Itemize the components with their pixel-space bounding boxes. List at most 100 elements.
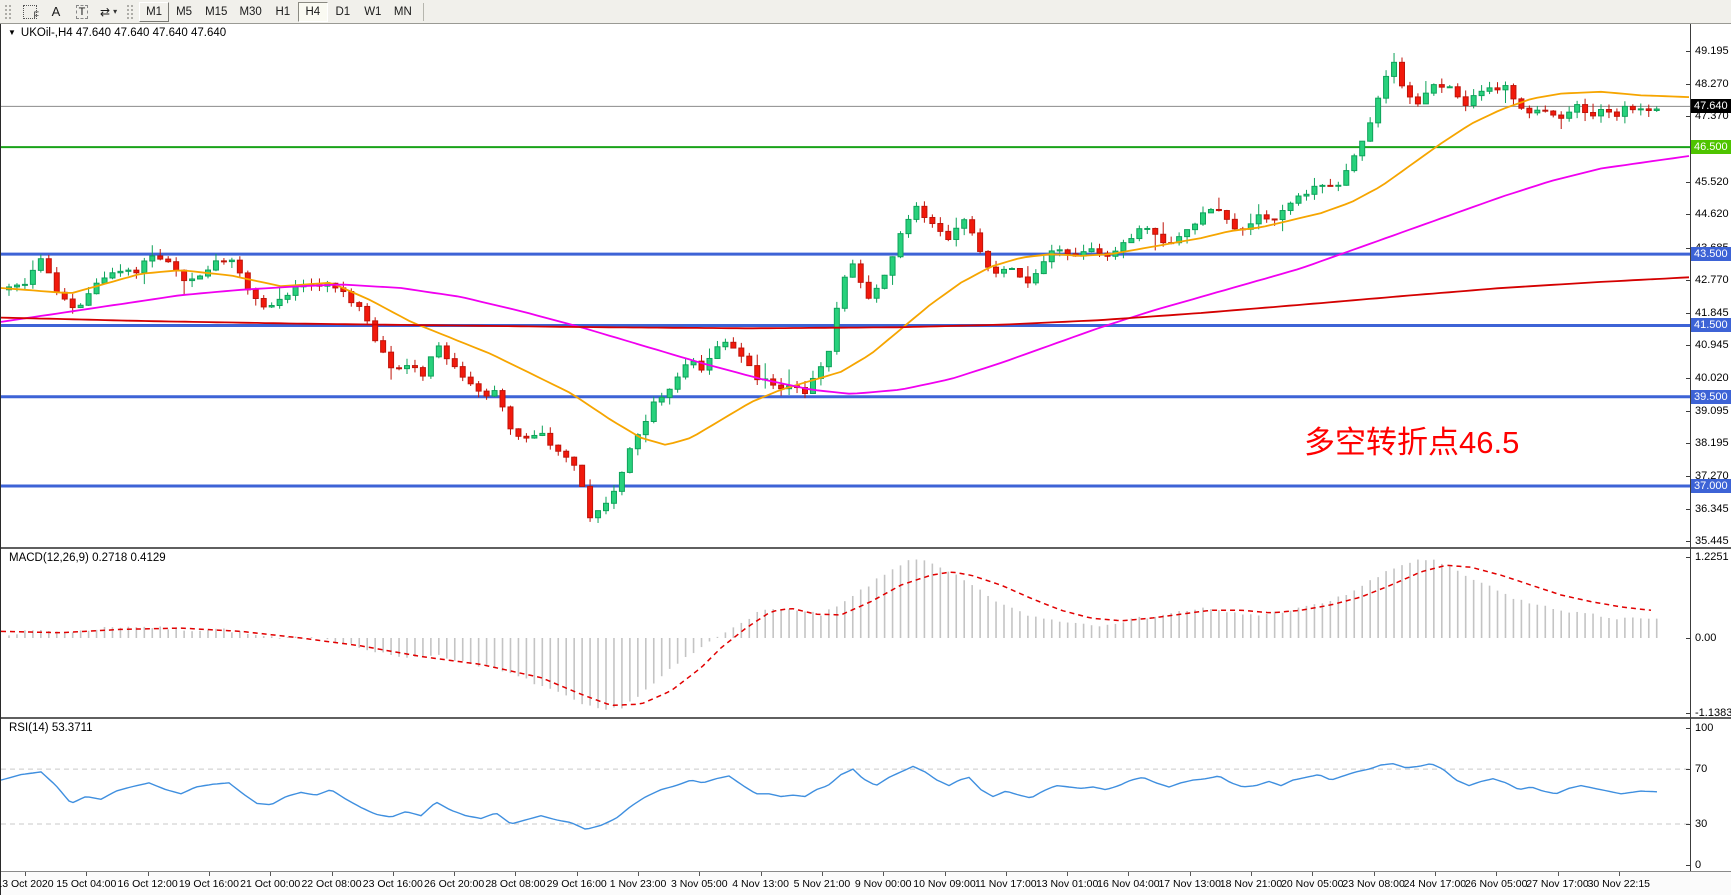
- time-tick-label: 24 Nov 17:00: [1404, 878, 1466, 890]
- axis-tick-label: 42.770: [1695, 274, 1729, 286]
- time-tick-label: 22 Oct 08:00: [301, 878, 361, 890]
- arrange-arrows-button[interactable]: ⇄ ▾: [96, 2, 121, 22]
- time-tick-mark: [86, 872, 87, 876]
- price-level-badge: 47.640: [1691, 99, 1731, 113]
- symbol-dropdown-icon[interactable]: ▼: [8, 28, 16, 37]
- time-tick-label: 23 Oct 16:00: [363, 878, 423, 890]
- timeframe-h4-button[interactable]: H4: [298, 2, 328, 22]
- text-label-button[interactable]: A: [44, 2, 68, 22]
- toolbar: F A T ⇄ ▾ M1 M5 M15 M30 H1 H4 D1 W1 MN: [0, 0, 1731, 24]
- time-tick-label: 21 Oct 00:00: [240, 878, 300, 890]
- axis-tick-mark: [1686, 345, 1690, 346]
- text-box-button[interactable]: T: [70, 2, 94, 22]
- fibo-tool-button[interactable]: F: [18, 2, 42, 22]
- time-tick-mark: [1006, 872, 1007, 876]
- time-tick-mark: [393, 872, 394, 876]
- time-tick-mark: [1251, 872, 1252, 876]
- time-tick-label: 18 Nov 21:00: [1220, 878, 1282, 890]
- time-tick-label: 5 Nov 21:00: [794, 878, 851, 890]
- axis-tick-label: -1.1383: [1695, 707, 1731, 719]
- axis-tick-label: 100: [1695, 722, 1713, 734]
- price-level-badge: 46.500: [1691, 140, 1731, 154]
- letter-a-icon: A: [52, 4, 61, 19]
- time-tick-label: 13 Nov 01:00: [1036, 878, 1098, 890]
- axis-tick-mark: [1686, 84, 1690, 85]
- time-tick-label: 20 Nov 05:00: [1281, 878, 1343, 890]
- axis-tick-label: 48.270: [1695, 78, 1729, 90]
- time-tick-mark: [332, 872, 333, 876]
- chart-title-text: UKOil-,H4 47.640 47.640 47.640 47.640: [21, 27, 226, 39]
- timeframe-m30-button[interactable]: M30: [233, 2, 267, 22]
- main-chart-panel[interactable]: [1, 24, 1690, 547]
- timeframe-d1-button[interactable]: D1: [328, 2, 358, 22]
- axis-tick-mark: [1686, 865, 1690, 866]
- letter-t-icon: T: [76, 5, 89, 19]
- time-tick-mark: [148, 872, 149, 876]
- time-tick-mark: [454, 872, 455, 876]
- time-tick-label: 16 Nov 04:00: [1097, 878, 1159, 890]
- axis-tick-label: 36.345: [1695, 503, 1729, 515]
- chart-title: ▼ UKOil-,H4 47.640 47.640 47.640 47.640: [8, 27, 226, 39]
- time-tick-mark: [1496, 872, 1497, 876]
- time-tick-mark: [270, 872, 271, 876]
- axis-tick-label: 1.2251: [1695, 551, 1729, 563]
- axis-tick-mark: [1686, 443, 1690, 444]
- panel-divider[interactable]: [1, 547, 1731, 549]
- timeframe-mn-button[interactable]: MN: [388, 2, 418, 22]
- time-tick-mark: [515, 872, 516, 876]
- price-level-badge: 39.500: [1691, 390, 1731, 404]
- time-tick-label: 23 Nov 08:00: [1342, 878, 1404, 890]
- time-tick-label: 26 Nov 05:00: [1465, 878, 1527, 890]
- axis-tick-label: 41.845: [1695, 307, 1729, 319]
- axis-tick-label: 45.520: [1695, 176, 1729, 188]
- toolbar-grip[interactable]: [126, 4, 135, 20]
- time-tick-mark: [1435, 872, 1436, 876]
- time-tick-label: 28 Oct 08:00: [485, 878, 545, 890]
- axis-tick-label: 49.195: [1695, 45, 1729, 57]
- time-axis[interactable]: 13 Oct 202015 Oct 04:0016 Oct 12:0019 Oc…: [1, 871, 1731, 895]
- time-tick-label: 9 Nov 00:00: [855, 878, 912, 890]
- time-tick-mark: [1190, 872, 1191, 876]
- macd-indicator-label: MACD(12,26,9) 0.2718 0.4129: [9, 552, 166, 564]
- axis-tick-mark: [1686, 182, 1690, 183]
- chevron-down-icon: ▾: [113, 7, 117, 16]
- axis-tick-label: 0.00: [1695, 632, 1716, 644]
- arrows-icon: ⇄: [100, 5, 110, 19]
- time-tick-label: 16 Oct 12:00: [118, 878, 178, 890]
- time-tick-mark: [761, 872, 762, 876]
- panel-divider[interactable]: [1, 717, 1731, 719]
- axis-tick-mark: [1686, 541, 1690, 542]
- axis-tick-mark: [1686, 728, 1690, 729]
- axis-tick-mark: [1686, 509, 1690, 510]
- timeframe-m5-button[interactable]: M5: [169, 2, 199, 22]
- annotation-text: 多空转折点46.5: [1304, 417, 1519, 462]
- timeframe-m15-button[interactable]: M15: [199, 2, 233, 22]
- macd-panel[interactable]: [1, 549, 1690, 717]
- time-tick-mark: [945, 872, 946, 876]
- time-tick-label: 19 Oct 16:00: [179, 878, 239, 890]
- axis-tick-mark: [1686, 557, 1690, 558]
- rsi-panel[interactable]: [1, 719, 1690, 873]
- axis-tick-mark: [1686, 378, 1690, 379]
- time-tick-mark: [209, 872, 210, 876]
- axis-tick-label: 40.020: [1695, 372, 1729, 384]
- time-tick-mark: [1128, 872, 1129, 876]
- timeframe-h1-button[interactable]: H1: [268, 2, 298, 22]
- time-tick-label: 29 Oct 16:00: [547, 878, 607, 890]
- fibo-f-label: F: [34, 10, 40, 20]
- toolbar-grip[interactable]: [4, 4, 13, 20]
- time-tick-label: 1 Nov 23:00: [610, 878, 667, 890]
- timeframe-m1-button[interactable]: M1: [139, 2, 169, 22]
- price-axis[interactable]: 49.19548.27047.37045.52044.62043.68542.7…: [1691, 24, 1731, 871]
- axis-tick-label: 38.195: [1695, 437, 1729, 449]
- axis-tick-label: 39.095: [1695, 405, 1729, 417]
- time-tick-mark: [1312, 872, 1313, 876]
- time-tick-label: 4 Nov 13:00: [732, 878, 789, 890]
- timeframe-w1-button[interactable]: W1: [358, 2, 388, 22]
- axis-tick-label: 70: [1695, 763, 1707, 775]
- axis-tick-label: 0: [1695, 859, 1701, 871]
- axis-tick-mark: [1686, 280, 1690, 281]
- time-tick-mark: [699, 872, 700, 876]
- axis-tick-mark: [1686, 638, 1690, 639]
- time-tick-mark: [1558, 872, 1559, 876]
